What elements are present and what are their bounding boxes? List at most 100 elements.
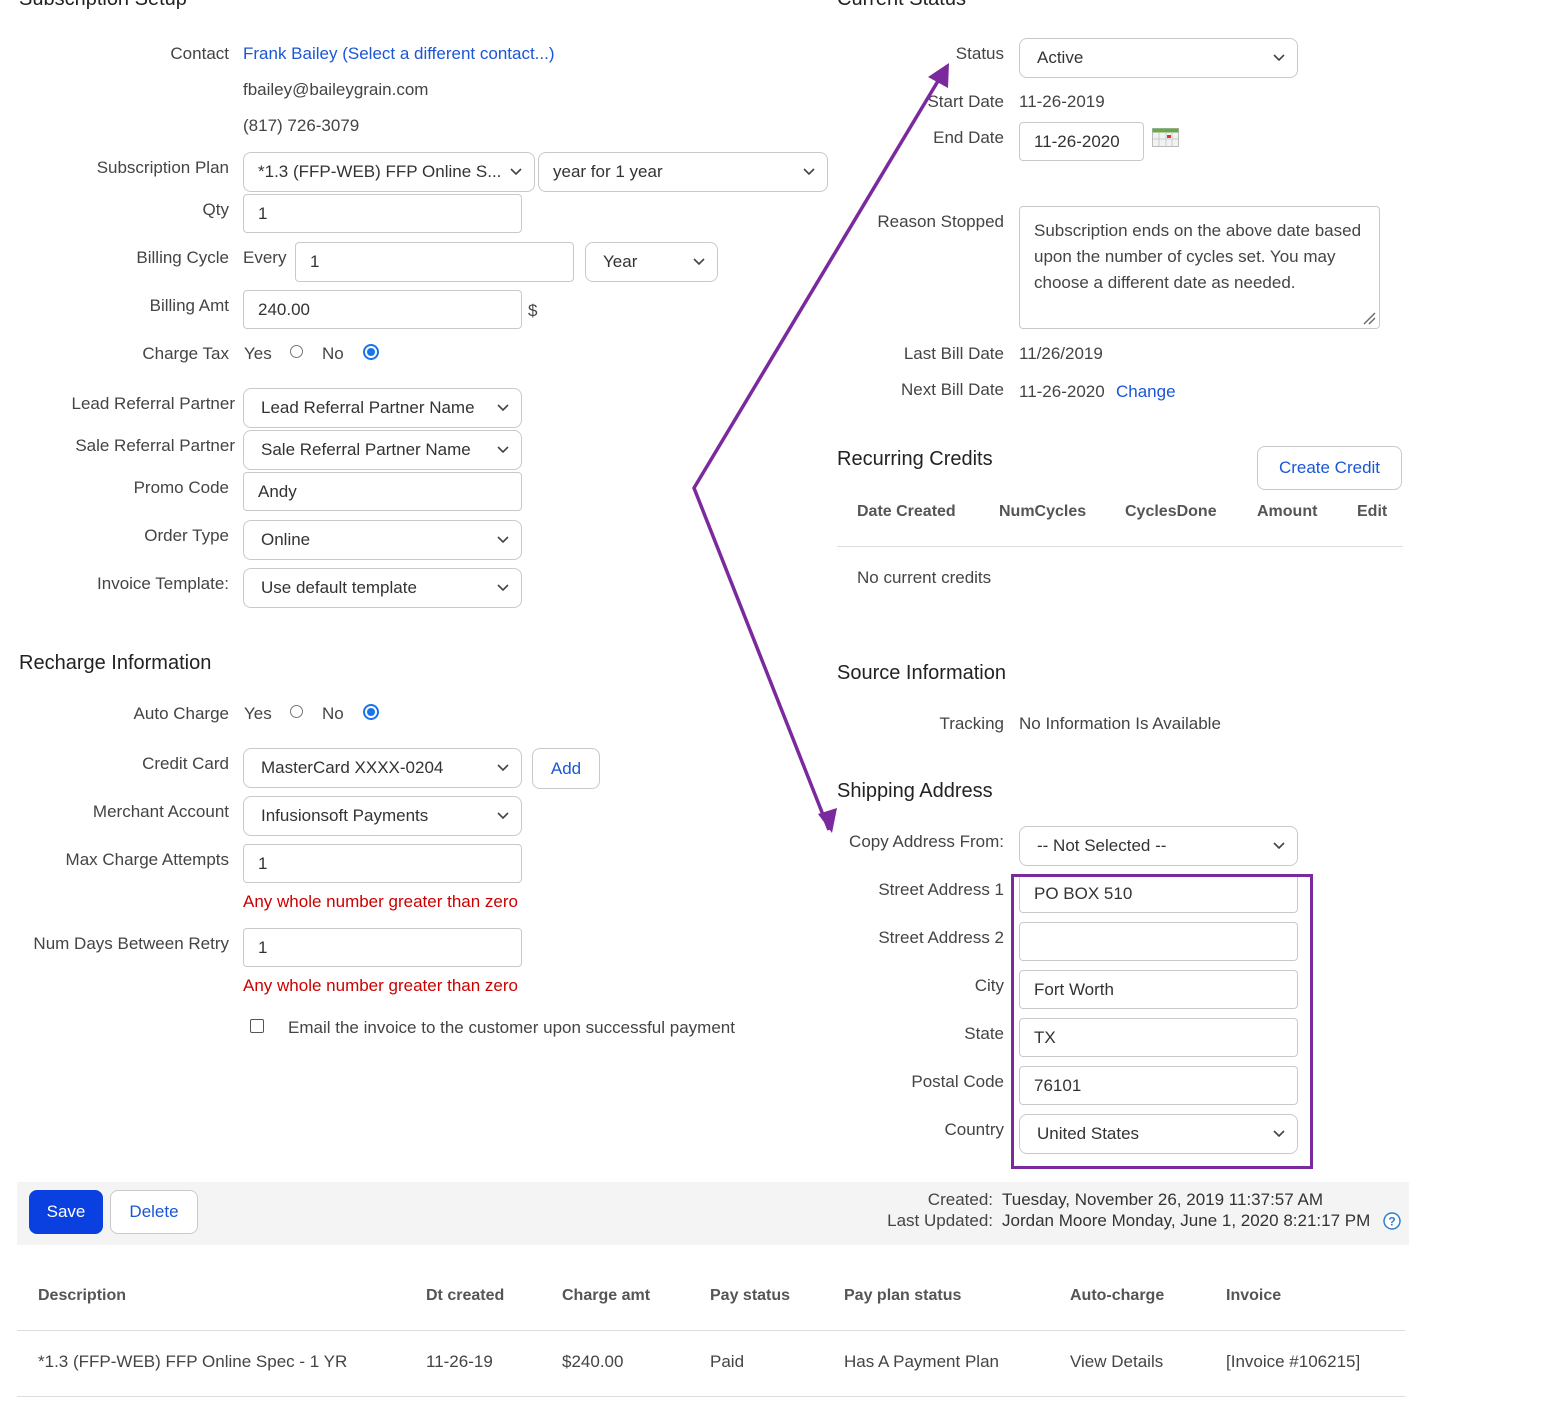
credit-card-value: MasterCard XXXX-0204 <box>261 758 444 777</box>
subscription-setup-heading: Subscription Setup <box>19 0 187 11</box>
email-invoice-checkbox[interactable] <box>250 1019 264 1033</box>
add-card-button[interactable]: Add <box>532 748 600 789</box>
invoice-template-value: Use default template <box>261 578 417 597</box>
calendar-icon[interactable] <box>1152 128 1179 147</box>
promo-code-input[interactable]: Andy <box>243 472 522 511</box>
credits-col-date-created: Date Created <box>857 503 956 520</box>
order-type-value: Online <box>261 530 311 549</box>
contact-label: Contact <box>170 44 229 63</box>
arrow-head-up-icon <box>928 63 949 88</box>
merchant-account-value: Infusionsoft Payments <box>261 806 429 825</box>
chevron-down-icon <box>803 168 815 176</box>
subscription-plan-select[interactable]: *1.3 (FFP-WEB) FFP Online S... <box>243 152 535 192</box>
auto-charge-no-radio[interactable] <box>363 704 379 720</box>
auto-charge-no-label: No <box>322 704 344 723</box>
status-select[interactable]: Active <box>1019 38 1298 78</box>
contact-phone: (817) 726-3079 <box>243 116 360 135</box>
svg-text:?: ? <box>1388 1215 1395 1229</box>
annotation-highlight-box <box>1011 874 1313 1169</box>
chevron-down-icon <box>497 404 509 412</box>
promo-code-label: Promo Code <box>133 478 229 497</box>
sale-referral-select[interactable]: Sale Referral Partner Name <box>243 430 522 470</box>
copy-address-select[interactable]: -- Not Selected -- <box>1019 826 1298 866</box>
credit-card-label: Credit Card <box>142 754 229 773</box>
help-icon[interactable]: ? <box>1383 1212 1401 1230</box>
save-button[interactable]: Save <box>29 1190 103 1234</box>
resize-handle-icon[interactable] <box>1362 311 1376 325</box>
currency-symbol: $ <box>528 301 538 320</box>
credits-col-cyclesdone: CyclesDone <box>1125 503 1217 520</box>
credit-card-select[interactable]: MasterCard XXXX-0204 <box>243 748 522 788</box>
recurring-credits-heading: Recurring Credits <box>837 448 993 470</box>
state-label: State <box>964 1024 1004 1043</box>
billing-cycle-input[interactable]: 1 <box>295 242 574 282</box>
plan-term-select[interactable]: year for 1 year <box>538 152 828 192</box>
merchant-account-label: Merchant Account <box>92 802 229 821</box>
reason-stopped-textarea[interactable]: Subscription ends on the above date base… <box>1019 206 1380 329</box>
copy-address-label: Copy Address From: <box>849 832 1004 851</box>
chevron-down-icon <box>1273 842 1285 850</box>
created-label: Created: <box>927 1190 993 1209</box>
credits-col-amount: Amount <box>1257 503 1318 520</box>
last-bill-date-value: 11/26/2019 <box>1019 344 1103 363</box>
chevron-down-icon <box>497 812 509 820</box>
retry-days-hint: Any whole number greater than zero <box>243 976 518 995</box>
qty-label: Qty <box>202 200 229 219</box>
row-charge-amt: $240.00 <box>562 1352 624 1371</box>
end-date-label: End Date <box>933 128 1004 147</box>
auto-charge-yes-label: Yes <box>244 704 272 723</box>
contact-name-link[interactable]: Frank Bailey <box>243 44 337 63</box>
retry-days-input[interactable]: 1 <box>243 928 522 967</box>
charge-tax-no-radio[interactable] <box>363 344 379 360</box>
row-view-details-link[interactable]: View Details <box>1070 1352 1163 1372</box>
start-date-label: Start Date <box>927 92 1004 111</box>
chevron-down-icon <box>510 168 522 176</box>
retry-days-label: Num Days Between Retry <box>33 934 229 953</box>
street2-label: Street Address 2 <box>878 928 1004 947</box>
table-header-divider <box>17 1330 1405 1331</box>
merchant-account-select[interactable]: Infusionsoft Payments <box>243 796 522 836</box>
no-credits-text: No current credits <box>857 568 992 587</box>
billing-amt-label: Billing Amt <box>149 296 229 315</box>
row-dt-created: 11-26-19 <box>426 1352 493 1371</box>
lead-referral-select[interactable]: Lead Referral Partner Name <box>243 388 522 428</box>
max-charge-attempts-input[interactable]: 1 <box>243 844 522 883</box>
table-row-divider <box>17 1396 1405 1397</box>
lead-referral-label: Lead Referral Partner <box>71 394 235 413</box>
end-date-input[interactable]: 11-26-2020 <box>1019 122 1144 161</box>
col-auto-charge: Auto-charge <box>1070 1287 1165 1304</box>
credits-col-edit: Edit <box>1357 503 1388 520</box>
shipping-address-heading: Shipping Address <box>837 780 993 802</box>
auto-charge-label: Auto Charge <box>133 704 229 723</box>
email-invoice-label: Email the invoice to the customer upon s… <box>288 1018 735 1037</box>
status-value: Active <box>1037 48 1084 67</box>
change-next-bill-link[interactable]: Change <box>1116 382 1176 402</box>
create-credit-button[interactable]: Create Credit <box>1257 446 1402 490</box>
billing-cycle-unit-select[interactable]: Year <box>585 242 718 282</box>
country-label: Country <box>944 1120 1004 1139</box>
qty-input[interactable]: 1 <box>243 194 522 233</box>
next-bill-date-value: 11-26-2020 <box>1019 382 1105 401</box>
billing-cycle-label: Billing Cycle <box>136 248 229 267</box>
billing-amt-value: 240.00 <box>258 299 310 319</box>
retry-days-value: 1 <box>258 937 268 957</box>
charge-tax-yes-radio[interactable] <box>290 345 303 358</box>
delete-button[interactable]: Delete <box>110 1190 198 1234</box>
col-pay-plan-status: Pay plan status <box>844 1287 962 1304</box>
col-charge-amt: Charge amt <box>562 1287 651 1304</box>
postal-code-label: Postal Code <box>911 1072 1004 1091</box>
contact-email: fbailey@baileygrain.com <box>243 80 429 99</box>
select-contact-link[interactable]: (Select a different contact...) <box>342 44 554 63</box>
invoice-template-label: Invoice Template: <box>97 574 229 593</box>
billing-amt-input[interactable]: 240.00 <box>243 290 522 329</box>
auto-charge-yes-radio[interactable] <box>290 705 303 718</box>
sale-referral-value: Sale Referral Partner Name <box>261 440 471 459</box>
invoice-template-select[interactable]: Use default template <box>243 568 522 608</box>
arrow-head-down-icon <box>818 808 837 833</box>
end-date-value: 11-26-2020 <box>1034 131 1120 151</box>
recharge-information-heading: Recharge Information <box>19 652 212 674</box>
order-type-select[interactable]: Online <box>243 520 522 560</box>
row-invoice-link[interactable]: [Invoice #106215] <box>1226 1352 1360 1372</box>
reason-stopped-label: Reason Stopped <box>877 212 1004 231</box>
row-description-link[interactable]: *1.3 (FFP-WEB) FFP Online Spec - 1 YR <box>38 1352 347 1372</box>
